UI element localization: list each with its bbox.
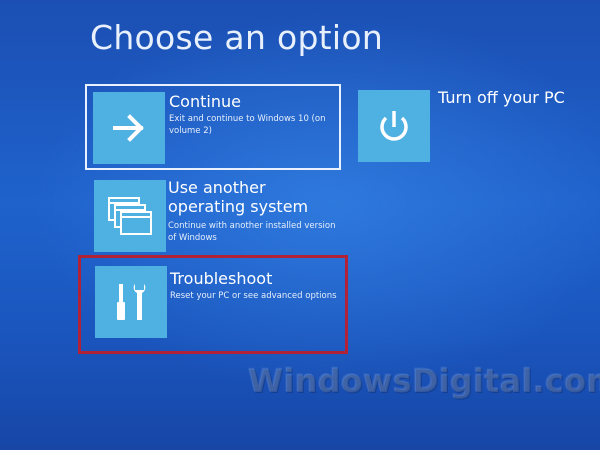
turn-off-option[interactable]: Turn off your PC: [356, 88, 565, 168]
continue-option[interactable]: Continue Exit and continue to Windows 10…: [85, 84, 341, 170]
troubleshoot-option[interactable]: Troubleshoot Reset your PC or see advanc…: [78, 255, 348, 354]
windows-stack-icon: [94, 180, 166, 252]
another-os-title-line2: operating system: [168, 197, 309, 216]
continue-title: Continue: [169, 92, 241, 111]
watermark: WindowsDigital.com: [248, 362, 600, 400]
troubleshoot-title: Troubleshoot: [170, 269, 273, 288]
tools-icon: [95, 266, 167, 338]
another-os-title: Use another operating system: [168, 178, 308, 216]
another-os-option[interactable]: Use another operating system Continue wi…: [86, 172, 342, 258]
continue-description: Exit and continue to Windows 10 (on volu…: [169, 114, 326, 136]
arrow-right-icon: [93, 92, 165, 164]
another-os-title-line1: Use another: [168, 178, 266, 197]
another-os-description: Continue with another installed version …: [168, 221, 336, 243]
page-title: Choose an option: [90, 18, 384, 57]
power-icon: [358, 90, 430, 162]
troubleshoot-description: Reset your PC or see advanced options: [170, 291, 337, 301]
turn-off-title: Turn off your PC: [438, 88, 565, 107]
